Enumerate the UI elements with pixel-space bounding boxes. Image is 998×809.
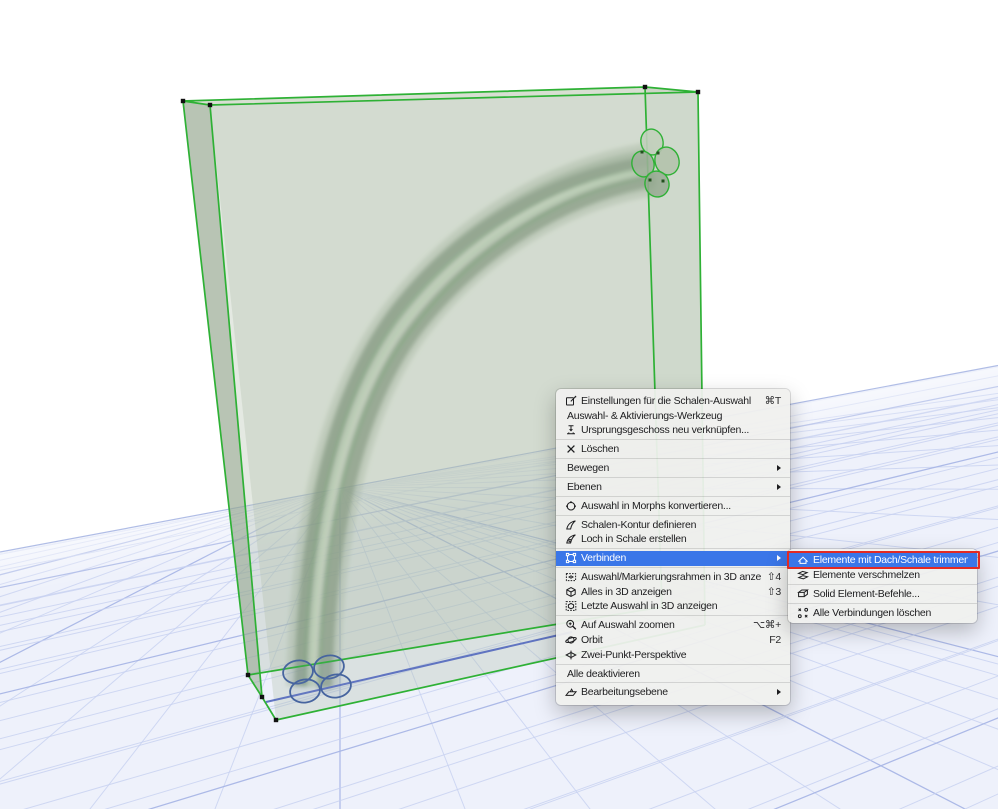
menu-separator (556, 476, 790, 478)
menu-separator (556, 458, 790, 460)
submenu-item-merge-elements[interactable]: Elemente verschmelzen (788, 567, 977, 582)
relink-story-icon (565, 424, 581, 436)
shell-hole-icon (565, 533, 581, 545)
menu-separator (556, 615, 790, 617)
shell-settings-icon (565, 395, 581, 407)
menu-item-selection-tool[interactable]: Auswahl- & Aktivierungs-Werkzeug (556, 408, 790, 423)
connect-submenu: Elemente mit Dach/Schale trimmen Element… (787, 549, 980, 624)
menu-item-define-shell-contour[interactable]: Schalen-Kontur definieren (556, 517, 790, 532)
menu-item-show-marquee-in-3d[interactable]: Auswahl/Markierungsrahmen in 3D anzeigen… (556, 570, 790, 585)
menu-item-relink-home-story[interactable]: Ursprungsgeschoss neu verknüpfen... (556, 423, 790, 438)
menu-item-show-last-selection-3d[interactable]: Letzte Auswahl in 3D anzeigen (556, 599, 790, 614)
menu-separator (556, 495, 790, 497)
editing-plane-icon (565, 686, 581, 698)
context-menu: Einstellungen für die Schalen-Auswahl ⌘T… (556, 389, 790, 705)
marquee-3d-icon (565, 571, 581, 583)
solid-element-icon (797, 588, 813, 600)
submenu-arrow-icon (777, 483, 781, 490)
menu-separator (556, 548, 790, 550)
menu-item-two-point-perspective[interactable]: Zwei-Punkt-Perspektive (556, 647, 790, 662)
two-point-perspective-icon (565, 649, 581, 661)
menu-item-convert-to-morph[interactable]: Auswahl in Morphs konvertieren... (556, 498, 790, 513)
menu-item-layers[interactable]: Ebenen (556, 480, 790, 495)
clear-connections-icon (797, 607, 813, 619)
cube-icon (565, 586, 581, 598)
menu-item-deselect-all[interactable]: Alle deaktivieren (556, 666, 790, 681)
3d-viewport[interactable] (0, 0, 998, 809)
submenu-item-solid-element-operations[interactable]: Solid Element-Befehle... (788, 586, 977, 601)
menu-separator (556, 439, 790, 441)
submenu-arrow-icon (777, 689, 781, 696)
menu-item-connect[interactable]: Verbinden (556, 550, 790, 566)
menu-item-move[interactable]: Bewegen (556, 461, 790, 476)
shell-contour-icon (565, 519, 581, 531)
menu-separator (556, 663, 790, 665)
menu-item-delete[interactable]: Löschen (556, 442, 790, 457)
menu-separator (788, 583, 977, 585)
submenu-arrow-icon (777, 555, 781, 562)
menu-item-editing-plane[interactable]: Bearbeitungsebene (556, 685, 790, 700)
menu-item-shell-settings[interactable]: Einstellungen für die Schalen-Auswahl ⌘T (556, 394, 790, 409)
connect-icon (565, 552, 581, 564)
menu-separator (556, 514, 790, 516)
submenu-arrow-icon (777, 464, 781, 471)
zoom-selection-icon (565, 619, 581, 631)
last-selection-3d-icon (565, 600, 581, 612)
delete-icon (565, 443, 581, 455)
menu-separator (556, 682, 790, 684)
merge-icon (797, 569, 813, 581)
menu-item-create-shell-hole[interactable]: Loch in Schale erstellen (556, 532, 790, 547)
morph-icon (565, 500, 581, 512)
menu-item-show-all-in-3d[interactable]: Alles in 3D anzeigen ⇧3 (556, 584, 790, 599)
menu-item-orbit[interactable]: Orbit F2 (556, 633, 790, 648)
submenu-item-clear-all-connections[interactable]: Alle Verbindungen löschen (788, 605, 977, 620)
menu-separator (556, 567, 790, 569)
menu-item-zoom-to-selection[interactable]: Auf Auswahl zoomen ⌥⌘+ (556, 618, 790, 633)
submenu-item-trim-to-roof-shell[interactable]: Elemente mit Dach/Schale trimmen (787, 550, 980, 569)
orbit-icon (565, 634, 581, 646)
menu-separator (788, 602, 977, 604)
trim-roof-icon (797, 554, 813, 566)
